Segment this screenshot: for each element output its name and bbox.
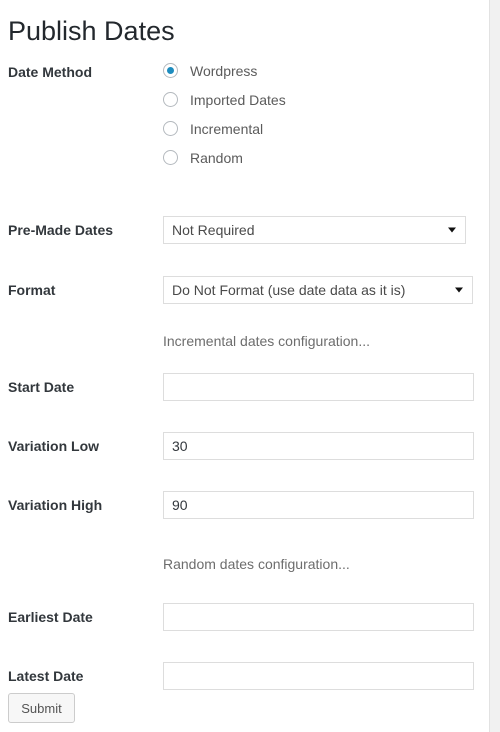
row-incremental-note: Incremental dates configuration... xyxy=(0,280,489,349)
radio-option-imported-dates[interactable]: Imported Dates xyxy=(163,85,286,114)
row-earliest-date: Earliest Date xyxy=(0,563,489,631)
radio-option-wordpress[interactable]: Wordpress xyxy=(163,56,257,85)
page-title: Publish Dates xyxy=(8,16,175,47)
row-variation-low: Variation Low 30 xyxy=(0,392,489,460)
page-right-gutter xyxy=(489,0,500,732)
row-latest-date: Latest Date xyxy=(0,622,489,690)
radio-icon-wordpress[interactable] xyxy=(163,63,178,78)
row-format: Format Do Not Format (use date data as i… xyxy=(0,220,489,304)
radio-label-incremental: Incremental xyxy=(190,120,264,137)
row-pre-made-dates: Pre-Made Dates Not Required xyxy=(0,160,489,244)
row-random-note: Random dates configuration... xyxy=(0,510,489,572)
settings-page: Publish Dates Date Method Wordpress Impo… xyxy=(0,0,489,732)
radio-icon-incremental[interactable] xyxy=(163,121,178,136)
radio-icon-imported-dates[interactable] xyxy=(163,92,178,107)
submit-button[interactable]: Submit xyxy=(8,693,75,723)
label-date-method: Date Method xyxy=(8,64,92,80)
row-start-date: Start Date xyxy=(0,333,489,401)
row-date-method: Date Method Wordpress Imported Dates Inc… xyxy=(0,56,489,166)
radio-option-incremental[interactable]: Incremental xyxy=(163,114,263,143)
publish-dates-form: Date Method Wordpress Imported Dates Inc… xyxy=(0,56,489,723)
radio-label-imported-dates: Imported Dates xyxy=(190,91,286,108)
radio-label-wordpress: Wordpress xyxy=(190,62,258,79)
row-variation-high: Variation High 90 xyxy=(0,451,489,519)
row-submit: Submit xyxy=(0,681,489,723)
